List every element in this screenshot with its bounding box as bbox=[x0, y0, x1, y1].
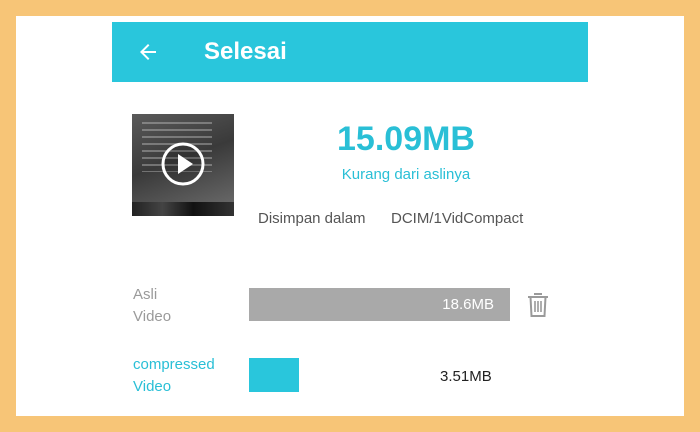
thumbnail-keyboard-strip bbox=[132, 202, 234, 216]
original-size-bar: 18.6MB bbox=[249, 288, 510, 321]
saved-location-path: DCIM/1VidCompact bbox=[391, 210, 524, 227]
play-icon bbox=[161, 142, 205, 186]
compressed-size-bar-value: 3.51MB bbox=[440, 368, 492, 385]
size-comparison-note: Kurang dari aslinya bbox=[341, 166, 471, 183]
compressed-label-line2: Video bbox=[133, 378, 172, 395]
delete-original-button[interactable] bbox=[526, 291, 550, 319]
compressed-size-value: 15.09MB bbox=[337, 120, 475, 158]
app-screen: Selesai 15.09MB Kurang dari aslinya Disi… bbox=[16, 16, 684, 416]
app-bar: Selesai bbox=[112, 22, 588, 82]
trash-icon bbox=[528, 293, 548, 317]
video-thumbnail[interactable] bbox=[132, 114, 234, 216]
original-video-label: Asli Video bbox=[133, 284, 171, 328]
saved-location-label: Disimpan dalam bbox=[258, 210, 366, 227]
original-label-line1: Asli bbox=[133, 286, 158, 303]
arrow-left-icon bbox=[140, 44, 156, 60]
back-button[interactable] bbox=[134, 38, 162, 66]
original-size-value: 18.6MB bbox=[442, 296, 494, 313]
original-label-line2: Video bbox=[133, 308, 172, 325]
compressed-size-bar bbox=[249, 358, 299, 392]
compressed-label-line1: compressed bbox=[133, 356, 215, 373]
page-title: Selesai bbox=[204, 38, 287, 65]
compressed-video-label: compressed Video bbox=[133, 354, 215, 398]
